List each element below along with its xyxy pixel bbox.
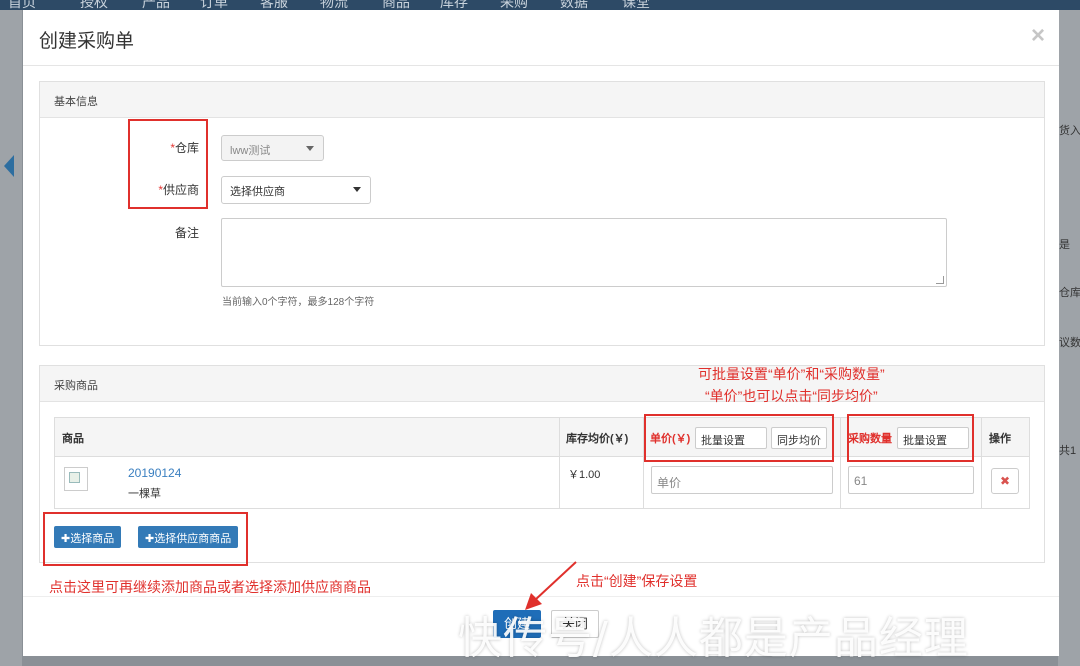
nav-item: 商品 (382, 0, 410, 10)
nav-item: 物流 (320, 0, 348, 10)
background-text: 货入 (1059, 125, 1080, 137)
supplier-value: 选择供应商 (230, 186, 285, 198)
divider (643, 457, 644, 509)
product-name: 一棵草 (128, 488, 161, 500)
annotation-batch-line2: “单价”也可以点击“同步均价” (705, 388, 878, 404)
remark-label: 备注 (174, 226, 199, 240)
modal-title: 创建采购单 (39, 31, 135, 52)
nav-item: 数据 (560, 0, 588, 10)
basic-info-heading: 基本信息 (40, 82, 1044, 118)
column-header-action: 操作 (989, 433, 1011, 445)
annotation-add-goods: 点击这里可再继续添加商品或者选择添加供应商商品 (49, 579, 371, 595)
annotation-create-hint: 点击“创建”保存设置 (576, 573, 698, 589)
divider (840, 418, 841, 458)
background-text: 仓库 (1059, 287, 1080, 299)
nav-item: 采购 (500, 0, 528, 10)
supplier-select[interactable]: 选择供应商 (221, 176, 371, 204)
delete-row-button[interactable]: ✖ (991, 468, 1019, 494)
nav-item: 产品 (142, 0, 170, 10)
column-header-product: 商品 (62, 433, 84, 445)
nav-item: 授权 (80, 0, 108, 10)
background-text: 议数 (1059, 337, 1080, 349)
divider (981, 418, 982, 458)
background-text: 共1 (1059, 445, 1077, 457)
annotation-box-quantity (847, 414, 974, 462)
annotation-box-required-fields (128, 119, 208, 209)
chevron-down-icon (306, 146, 314, 151)
background-right-panel: 货入 是 仓库 议数 共1 (1058, 10, 1080, 666)
annotation-box-unit-price (644, 414, 834, 462)
background-top-nav: 首页 授权 产品 订单 客服 物流 商品 库存 采购 数据 课堂 (0, 0, 1080, 10)
warehouse-select[interactable]: lww测试 (221, 135, 324, 161)
divider (981, 457, 982, 509)
chevron-down-icon (353, 187, 361, 192)
nav-item: 客服 (260, 0, 288, 10)
close-icon[interactable]: × (1031, 22, 1045, 50)
divider (559, 418, 560, 458)
product-image (64, 467, 88, 491)
unit-price-input[interactable]: 单价 (651, 466, 833, 494)
quantity-input[interactable]: 61 (848, 466, 974, 494)
column-header-avg-cost: 库存均价(￥) (566, 433, 629, 445)
background-left-panel (0, 10, 22, 666)
divider (840, 457, 841, 509)
create-purchase-order-dialog: 创建采购单 × 基本信息 *仓库 lww测试 *供应商 选择供应商 备注 当前输… (23, 10, 1059, 656)
avg-cost-value: ￥1.00 (568, 469, 601, 481)
resize-handle-icon[interactable] (936, 276, 944, 284)
remark-textarea[interactable] (221, 218, 947, 287)
modal-header: 创建采购单 × (23, 10, 1059, 66)
nav-item: 订单 (200, 0, 228, 10)
nav-item: 首页 (8, 0, 36, 10)
nav-item: 库存 (440, 0, 468, 10)
divider (559, 457, 560, 509)
annotation-box-add-goods (43, 512, 248, 566)
product-code-link[interactable]: 20190124 (128, 466, 181, 480)
watermark-text: 快传号/人人都是产品经理 (458, 613, 969, 664)
annotation-batch-line1: 可批量设置“单价”和“采购数量” (698, 366, 885, 382)
table-row: 20190124 一棵草 ￥1.00 单价 61 ✖ (54, 457, 1030, 509)
remark-char-count: 当前输入0个字符，最多128个字符 (222, 297, 375, 308)
chevron-left-icon (4, 155, 14, 177)
nav-item: 课堂 (622, 0, 650, 10)
purchase-goods-heading: 采购商品 (40, 366, 1044, 402)
warehouse-value: lww测试 (230, 145, 271, 157)
background-text: 是 (1059, 239, 1070, 251)
